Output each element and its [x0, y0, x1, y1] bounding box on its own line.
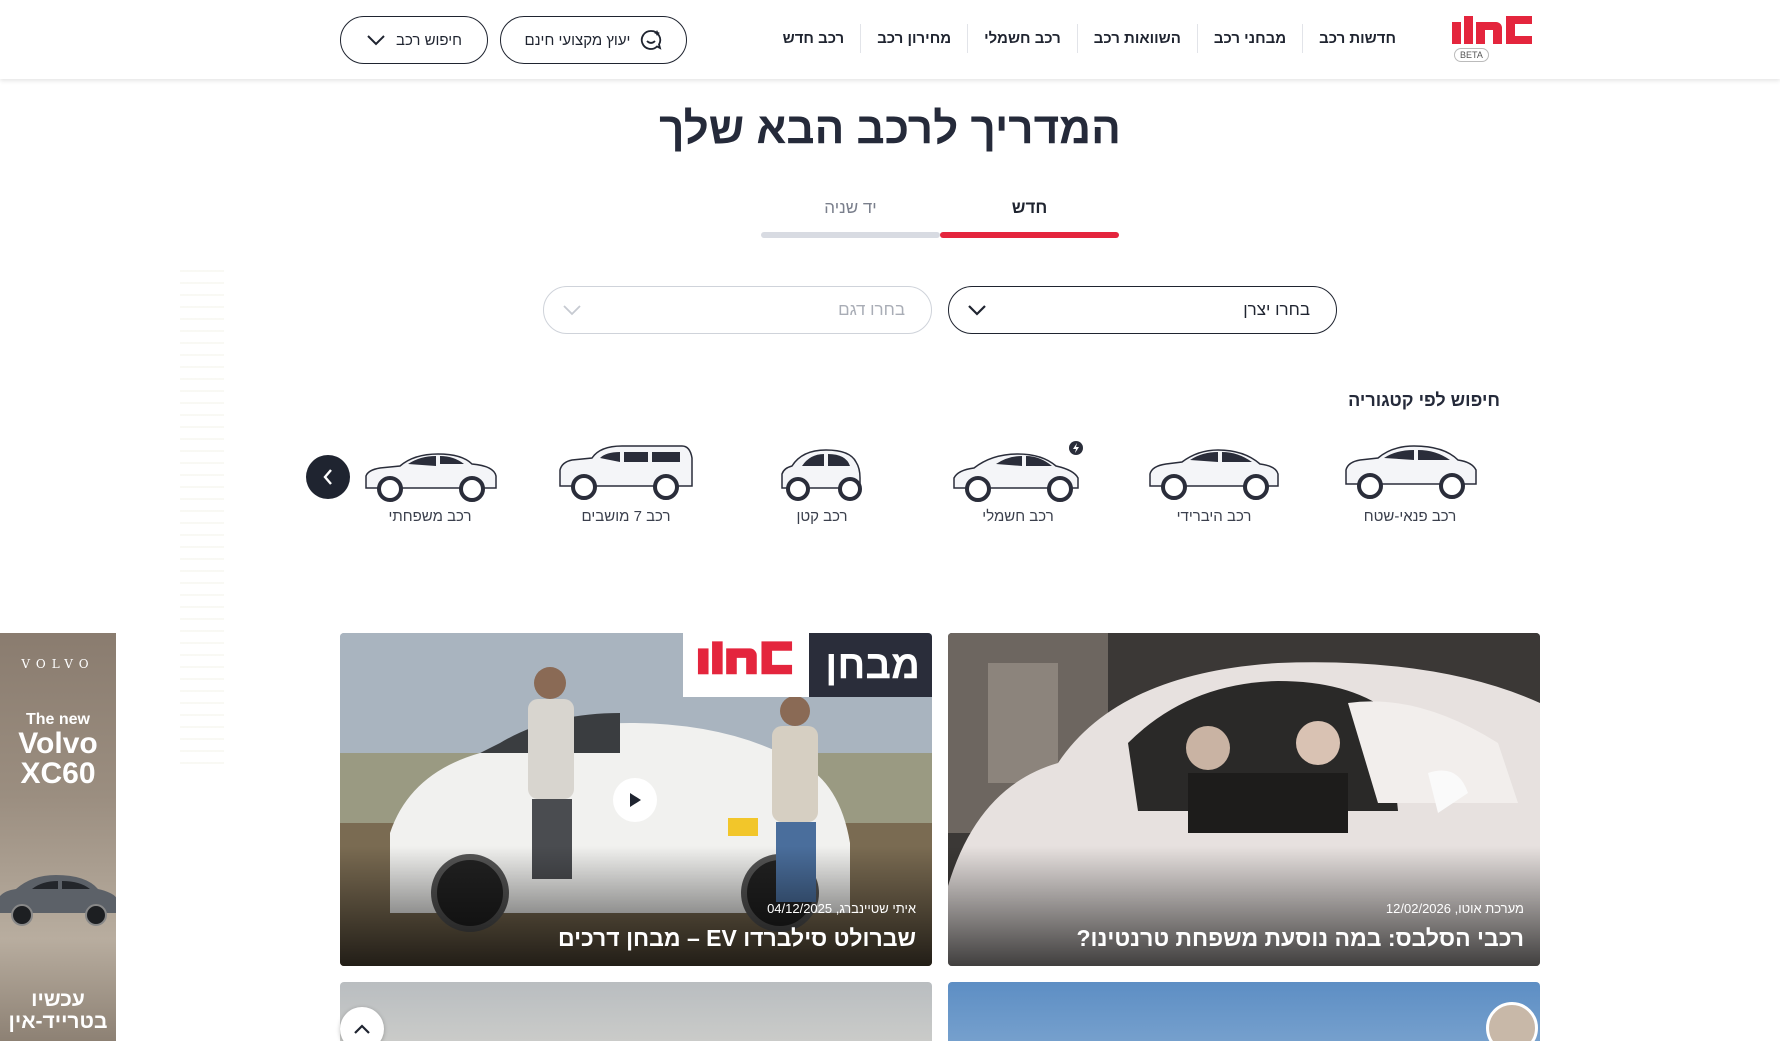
chevron-left-icon: [323, 469, 332, 485]
play-icon: [630, 793, 641, 807]
main-nav: חדשות רכב מבחני רכב השוואות רכב רכב חשמל…: [767, 24, 1412, 53]
category-suv[interactable]: רכב פנאי-שטח: [1320, 440, 1500, 546]
category-section-title: חיפוש לפי קטגוריה: [1348, 390, 1500, 410]
tab-new[interactable]: חדש: [940, 198, 1119, 218]
maker-select-value: בחרו יצרן: [1243, 300, 1310, 319]
ad-banner[interactable]: VOLVO The new Volvo XC60 עכשיו בטרייד-אי…: [0, 633, 116, 1041]
ad-model: Volvo XC60: [18, 727, 98, 790]
category-label: רכב 7 מושבים: [581, 508, 671, 525]
maker-select[interactable]: בחרו יצרן: [948, 286, 1337, 334]
article-date: 12/02/2026: [1385, 901, 1451, 916]
nav-car-tests[interactable]: מבחני רכב: [1196, 24, 1302, 53]
article-card[interactable]: [340, 982, 932, 1041]
article-date: 04/12/2025: [767, 901, 833, 916]
nav-car-news[interactable]: חדשות רכב: [1302, 24, 1412, 53]
hybrid-car-icon: [1149, 449, 1279, 500]
free-advisor-label: יעוץ מקצועי חינם: [524, 31, 631, 49]
category-small[interactable]: רכב קטן: [732, 440, 912, 546]
nav-electric-car[interactable]: רכב חשמלי: [967, 24, 1077, 53]
background-decoration: [180, 270, 224, 770]
nav-price-list[interactable]: מחירון רכב: [860, 24, 967, 53]
site-logo[interactable]: BETA: [1450, 14, 1534, 62]
free-advisor-button[interactable]: יעוץ מקצועי חינם: [500, 16, 687, 64]
play-video-button[interactable]: [613, 778, 657, 822]
article-card[interactable]: מערכת אוטו, 12/02/2026 רכבי הסלבס: במה נ…: [948, 633, 1540, 966]
article-card[interactable]: מבחן איתי שטיינברג, 04/12/2025 שברולט סי…: [340, 633, 932, 966]
badge-word: מבחן: [809, 633, 932, 697]
category-7-seats[interactable]: רכב 7 מושבים: [536, 440, 716, 546]
seven-seat-car-icon: [559, 445, 693, 500]
badge-logo: [683, 633, 810, 697]
category-label: רכב היברידי: [1176, 508, 1252, 525]
tab-used-underline: [761, 232, 940, 238]
category-prev-button[interactable]: [306, 455, 350, 499]
category-label: רכב קטן: [796, 508, 848, 525]
category-electric[interactable]: רכב חשמלי: [928, 440, 1108, 546]
category-label: רכב חשמלי: [982, 508, 1054, 525]
ad-brand: VOLVO: [21, 657, 95, 671]
site-header: BETA חדשות רכב מבחני רכב השוואות רכב רכב…: [0, 0, 1780, 79]
car-search-button[interactable]: חיפוש רכב: [340, 16, 488, 64]
article-card[interactable]: [948, 982, 1540, 1041]
chevron-down-icon: [563, 305, 581, 316]
nav-car-comparisons[interactable]: השוואות רכב: [1076, 24, 1197, 53]
logo-mark-icon: [698, 641, 793, 675]
category-hybrid[interactable]: רכב היברידי: [1124, 440, 1304, 546]
test-badge: מבחן: [683, 633, 932, 697]
article-author: מערכת אוטו,: [1454, 901, 1524, 916]
article-title: שברולט סילברדו EV – מבחן דרכים: [557, 925, 916, 951]
category-label: רכב משפחתי: [388, 508, 472, 525]
category-label: רכב פנאי-שטח: [1363, 508, 1457, 525]
article-meta: מערכת אוטו, 12/02/2026: [1386, 901, 1524, 916]
category-carousel: רכב פנאי-שטח רכב היברידי רכב חשמלי רכב ק…: [365, 440, 1502, 550]
article-author: איתי שטיינברג,: [835, 901, 916, 916]
article-meta: איתי שטיינברג, 04/12/2025: [767, 901, 916, 916]
condition-tabs: חדש יד שניה: [761, 198, 1119, 240]
chevron-down-icon: [367, 35, 385, 46]
category-family[interactable]: רכב משפחתי: [340, 440, 520, 546]
page-title: המדריך לרכב הבא שלך: [659, 104, 1121, 153]
ad-cta: עכשיו בטרייד-אין: [8, 988, 108, 1033]
small-car-icon: [781, 449, 862, 501]
suv-car-icon: [1345, 445, 1477, 499]
model-select[interactable]: בחרו דגם: [543, 286, 932, 334]
electric-car-icon: [953, 441, 1083, 502]
chevron-down-icon: [968, 305, 986, 316]
family-car-icon: [365, 453, 497, 502]
chevron-up-icon: [354, 1024, 370, 1034]
tab-used[interactable]: יד שניה: [761, 198, 940, 218]
beta-badge: BETA: [1454, 48, 1489, 62]
car-search-label: חיפוש רכב: [395, 31, 463, 49]
tab-new-underline: [940, 232, 1119, 238]
chat-advisor-icon: [641, 30, 662, 50]
nav-new-car[interactable]: רכב חדש: [767, 24, 861, 53]
logo-mark-icon: [1452, 16, 1532, 44]
article-title: רכבי הסלבס: במה נוסעת משפחת טרנטינו?: [1076, 925, 1524, 951]
ad-car-image: [0, 875, 116, 926]
model-select-value: בחרו דגם: [838, 300, 905, 319]
